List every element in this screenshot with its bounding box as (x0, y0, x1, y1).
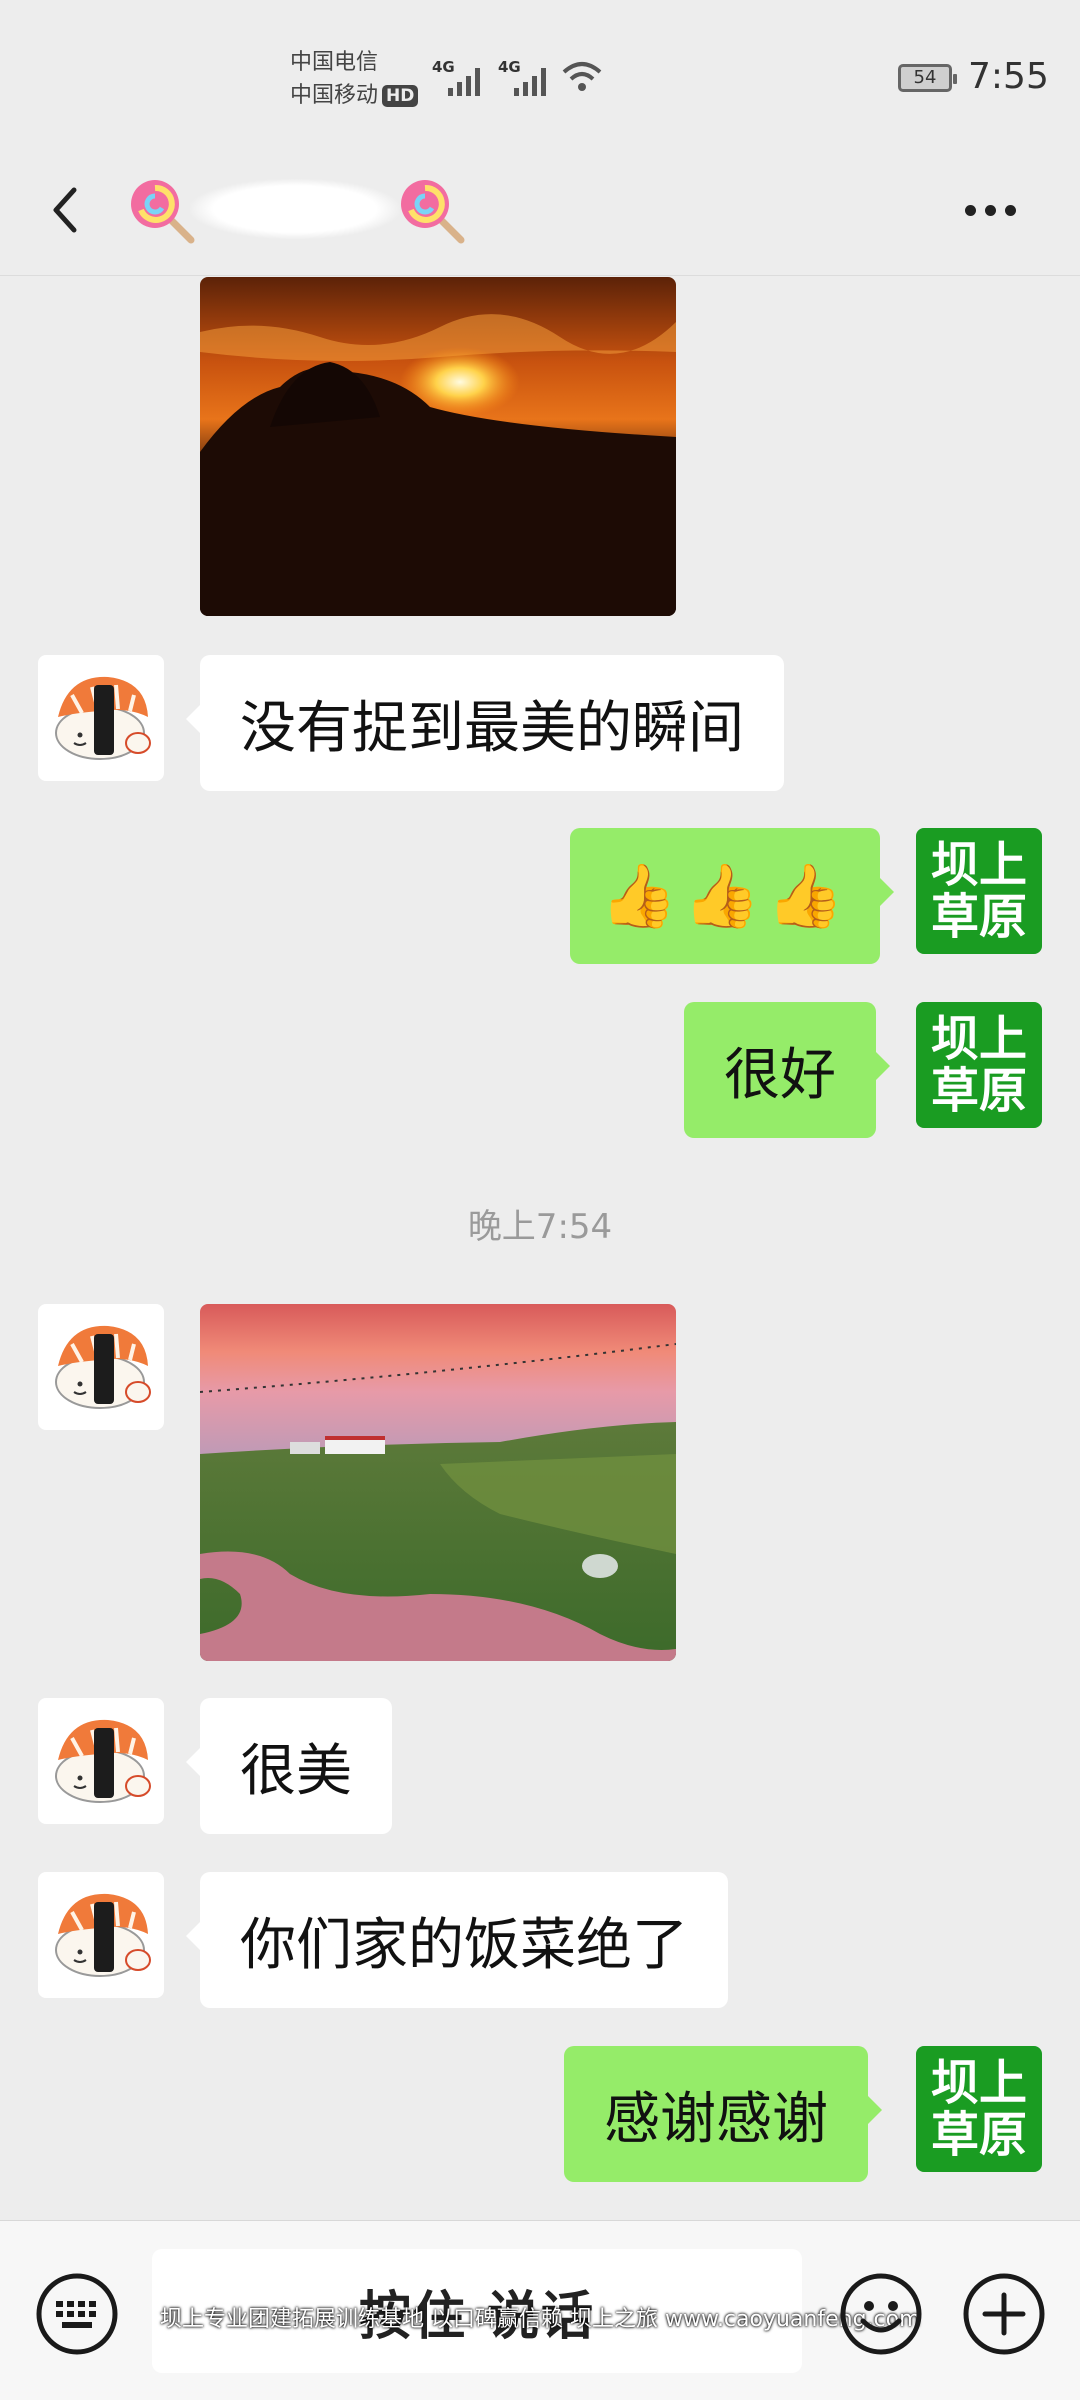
emoji-button[interactable] (838, 2271, 924, 2357)
plus-icon (963, 2273, 1045, 2355)
message-text: 很好 (724, 1042, 836, 1108)
wifi-icon (562, 62, 602, 91)
signal-icon-2: 4G (498, 58, 558, 98)
contact-avatar[interactable] (38, 1304, 164, 1430)
signal-icon-1: 4G (432, 58, 492, 98)
carrier-1: 中国电信 (290, 50, 379, 75)
chat-title (125, 164, 465, 254)
message-list[interactable]: 没有捉到最美的瞬间 👍👍👍 坝上 草原 很好 坝上 草原 晚上7:54 很美 你… (0, 277, 1080, 2220)
smiley-icon (840, 2273, 922, 2355)
self-avatar[interactable]: 坝上 草原 (916, 2046, 1042, 2172)
battery-level: 54 (913, 67, 937, 88)
more-dots-icon (964, 204, 976, 216)
keyboard-toggle-button[interactable] (34, 2271, 120, 2357)
message-text: 没有捉到最美的瞬间 (240, 695, 744, 761)
back-button[interactable] (30, 170, 110, 250)
contact-avatar[interactable] (38, 1872, 164, 1998)
watermark-text: 坝上专业团建拓展训练基地 以口碑赢信赖 坝上之旅 www.caoyuanfeng… (160, 2307, 921, 2332)
thumbs-up-emoji: 👍👍👍 (600, 859, 850, 932)
lollipop-icon (131, 180, 195, 244)
image-message-grassland[interactable] (200, 1304, 676, 1661)
message-bubble-sent[interactable]: 感谢感谢 (564, 2046, 882, 2182)
self-avatar[interactable]: 坝上 草原 (916, 1002, 1042, 1128)
message-text: 很美 (240, 1738, 352, 1804)
message-timestamp: 晚上7:54 (467, 1207, 613, 1247)
more-functions-button[interactable] (961, 2271, 1047, 2357)
clock: 7:55 (968, 56, 1049, 97)
self-avatar-line1: 坝上 (930, 2055, 1027, 2111)
contact-name-blurred (190, 179, 400, 239)
message-bubble-received[interactable]: 你们家的饭菜绝了 (186, 1872, 728, 2008)
self-avatar-line2: 草原 (930, 889, 1027, 945)
status-bar: 中国电信 中国移动 HD 4G 4G 54 7:55 (0, 0, 1080, 150)
contact-avatar[interactable] (38, 655, 164, 781)
contact-avatar[interactable] (38, 1698, 164, 1824)
lollipop-icon (401, 180, 465, 244)
hd-badge: HD (382, 85, 419, 107)
self-avatar-line1: 坝上 (930, 837, 1027, 893)
battery-icon: 54 (898, 64, 957, 92)
self-avatar-line2: 草原 (930, 2107, 1027, 2163)
carrier-info: 中国电信 中国移动 HD (290, 46, 419, 112)
message-bubble-received[interactable]: 很美 (186, 1698, 392, 1834)
input-bar: 按住 说话 坝上专业团建拓展训练基地 以口碑赢信赖 坝上之旅 www.caoyu… (0, 2220, 1080, 2400)
image-message-sunset[interactable] (200, 277, 676, 616)
message-bubble-sent[interactable]: 很好 (684, 1002, 890, 1138)
chevron-left-icon (53, 187, 77, 233)
self-avatar-line1: 坝上 (930, 1011, 1027, 1067)
message-text: 感谢感谢 (604, 2086, 828, 2152)
self-avatar[interactable]: 坝上 草原 (916, 828, 1042, 954)
message-text: 你们家的饭菜绝了 (240, 1912, 688, 1978)
self-avatar-line2: 草原 (930, 1063, 1027, 1119)
chat-header (0, 150, 1080, 276)
message-bubble-sent[interactable]: 👍👍👍 (570, 828, 894, 964)
more-options-button[interactable] (950, 180, 1030, 240)
message-bubble-received[interactable]: 没有捉到最美的瞬间 (186, 655, 784, 791)
carrier-2: 中国移动 (290, 83, 379, 108)
keyboard-icon (36, 2273, 118, 2355)
